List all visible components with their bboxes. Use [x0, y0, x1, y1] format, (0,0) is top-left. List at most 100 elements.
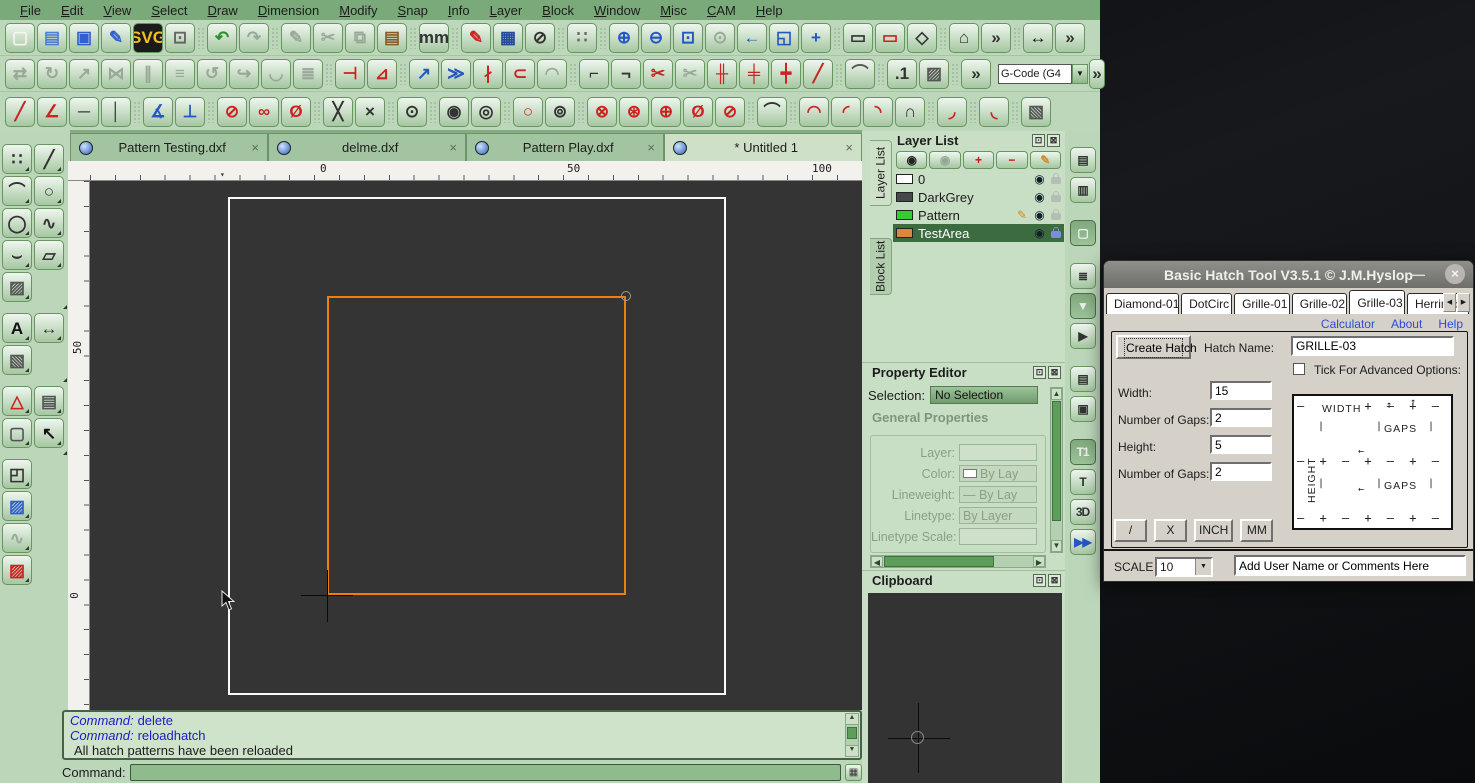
view-3d-box-icon[interactable]: ◰	[2, 459, 32, 489]
dialog-link[interactable]: Calculator	[1321, 317, 1375, 331]
close-panel-icon[interactable]: ⊠	[1047, 134, 1060, 147]
tangent-point-circle-icon[interactable]: ⊘	[217, 97, 247, 127]
cut-gray-icon[interactable]: ✂	[675, 59, 705, 89]
circle-tangent-radius-icon[interactable]: Ø	[683, 97, 713, 127]
arc-tangent-icon[interactable]: ◞	[937, 97, 967, 127]
parameter-input[interactable]	[1210, 408, 1272, 427]
svg-export-icon[interactable]: SVG	[133, 23, 163, 53]
line-2point-icon[interactable]: ╱	[5, 97, 35, 127]
dialog-titlebar[interactable]: Basic Hatch Tool V3.5.1 © J.M.Hyslop — ×	[1104, 261, 1473, 288]
layer-lock-icon[interactable]	[1051, 231, 1061, 238]
divide-distance-icon[interactable]: ╪	[739, 59, 769, 89]
scrollbar-thumb[interactable]	[1052, 401, 1061, 521]
layer-row[interactable]: Pattern ✎ ◉	[893, 206, 1064, 224]
save-icon[interactable]: ▣	[69, 23, 99, 53]
fillet-radius-icon[interactable]: ¬	[611, 59, 641, 89]
scroll-up-icon[interactable]: ▲	[1051, 388, 1062, 400]
menu-item[interactable]: View	[93, 2, 141, 19]
arc-3point-icon[interactable]: ◠	[799, 97, 829, 127]
scrollbar-thumb[interactable]	[847, 727, 857, 739]
add-layer-icon[interactable]: +	[963, 151, 994, 169]
zoom-pan-icon[interactable]: +	[801, 23, 831, 53]
command-console-toggle[interactable]: ▤	[1070, 366, 1096, 392]
zoom-window-icon[interactable]: ◱	[769, 23, 799, 53]
property-value[interactable]	[959, 528, 1037, 545]
pen-icon[interactable]: ✎	[461, 23, 491, 53]
parameter-input[interactable]	[1210, 462, 1272, 481]
close-panel-icon[interactable]: ⊠	[1048, 366, 1061, 379]
scale-combo[interactable]: 10 ▼	[1155, 557, 1213, 577]
tab-close-icon[interactable]: ×	[845, 140, 853, 155]
tab-scroll-right-icon[interactable]: ▶	[1457, 293, 1470, 312]
scroll-right-icon[interactable]: ▶	[1033, 556, 1045, 567]
menu-item[interactable]: Misc	[650, 2, 697, 19]
modify-offset-icon[interactable]: ≡	[165, 59, 195, 89]
property-value[interactable]: — By Lay	[959, 486, 1037, 503]
construction-circle-icon[interactable]: ⊘	[525, 23, 555, 53]
layer-row[interactable]: 0 ◉	[893, 170, 1064, 188]
tangent-two-circles-icon[interactable]: ∞	[249, 97, 279, 127]
menu-item[interactable]: Select	[141, 2, 197, 19]
menu-item[interactable]: File	[10, 2, 51, 19]
spline-edit-icon[interactable]: ∿	[2, 523, 32, 553]
block-filter-toggle[interactable]: ▶	[1070, 323, 1096, 349]
hatch-name-input[interactable]	[1291, 336, 1454, 356]
layer-row[interactable]: DarkGrey ◉	[893, 188, 1064, 206]
float-panel-icon[interactable]: ⊡	[1033, 366, 1046, 379]
parameter-input[interactable]	[1210, 435, 1272, 454]
save-as-icon[interactable]: ✎	[101, 23, 131, 53]
point-on-line-icon[interactable]: ╱	[803, 59, 833, 89]
divide-icon[interactable]: ∤	[473, 59, 503, 89]
document-tab[interactable]: Pattern Play.dxf ×	[466, 133, 664, 161]
menu-item[interactable]: Edit	[51, 2, 93, 19]
float-panel-icon[interactable]: ⊡	[1032, 134, 1045, 147]
menu-item[interactable]: Window	[584, 2, 650, 19]
hatch-pattern-tab[interactable]: Grille-02	[1292, 293, 1348, 314]
hatch-pattern-tab[interactable]: Grille-01	[1234, 293, 1290, 314]
grid-icon[interactable]: ∷	[567, 23, 597, 53]
hatch-area-icon[interactable]: ▨	[919, 59, 949, 89]
side-tab-layer-list[interactable]: Layer List	[870, 140, 892, 206]
edit-layer-icon[interactable]: ✎	[1030, 151, 1061, 169]
dialog-link[interactable]: About	[1391, 317, 1422, 331]
draw-text-icon[interactable]: A	[2, 313, 32, 343]
arc-center-point-icon[interactable]: ⌒	[757, 97, 787, 127]
tool-path-toggle[interactable]: T	[1070, 469, 1096, 495]
layer-lock-icon[interactable]	[1051, 177, 1061, 184]
circle-2point-radius-icon[interactable]: ◎	[471, 97, 501, 127]
layer-color-swatch[interactable]	[896, 192, 913, 202]
scroll-down-icon[interactable]: ▼	[846, 745, 858, 756]
zoom-out-icon[interactable]: ⊖	[641, 23, 671, 53]
zoom-auto-icon[interactable]: ⊡	[673, 23, 703, 53]
expand-more-icon[interactable]: »	[961, 59, 991, 89]
layer-color-swatch[interactable]	[896, 210, 913, 220]
unit-button[interactable]: X	[1154, 519, 1187, 542]
trim-icon[interactable]: ⊣	[335, 59, 365, 89]
show-all-layers-icon[interactable]: ◉	[896, 151, 927, 169]
scroll-left-icon[interactable]: ◀	[871, 556, 883, 567]
menu-item[interactable]: Dimension	[248, 2, 329, 19]
cut-red-icon[interactable]: ✂	[643, 59, 673, 89]
lengthen-icon[interactable]: ↗	[409, 59, 439, 89]
line-free-icon[interactable]: ×	[355, 97, 385, 127]
property-value[interactable]: By Lay	[959, 465, 1037, 482]
circle-tangent1-icon[interactable]: ⊗	[587, 97, 617, 127]
unit-button[interactable]: INCH	[1194, 519, 1233, 542]
draw-arc-icon[interactable]: ⌒	[2, 176, 32, 206]
draw-spline-icon[interactable]: ∿	[34, 208, 64, 238]
menu-item[interactable]: Info	[438, 2, 480, 19]
draw-polyline-icon[interactable]: ⌣	[2, 240, 32, 270]
unit-button[interactable]: MM	[1240, 519, 1273, 542]
menu-item[interactable]: Modify	[329, 2, 387, 19]
arc-continue-icon[interactable]: ◟	[979, 97, 1009, 127]
dimension-icon[interactable]: ↔	[34, 313, 64, 343]
close-panel-icon[interactable]: ⊠	[1048, 574, 1061, 587]
shape-tool-icon[interactable]: ◠	[537, 59, 567, 89]
menu-item[interactable]: Block	[532, 2, 584, 19]
expand-more-icon[interactable]: »	[1055, 23, 1085, 53]
expand-more-icon[interactable]: »	[981, 23, 1011, 53]
explode-icon[interactable]: ⊂	[505, 59, 535, 89]
select-shapes-icon[interactable]: ▢	[2, 418, 32, 448]
arc-radius-icon[interactable]: ◝	[863, 97, 893, 127]
modify-trim-poly-icon[interactable]: ◡	[261, 59, 291, 89]
